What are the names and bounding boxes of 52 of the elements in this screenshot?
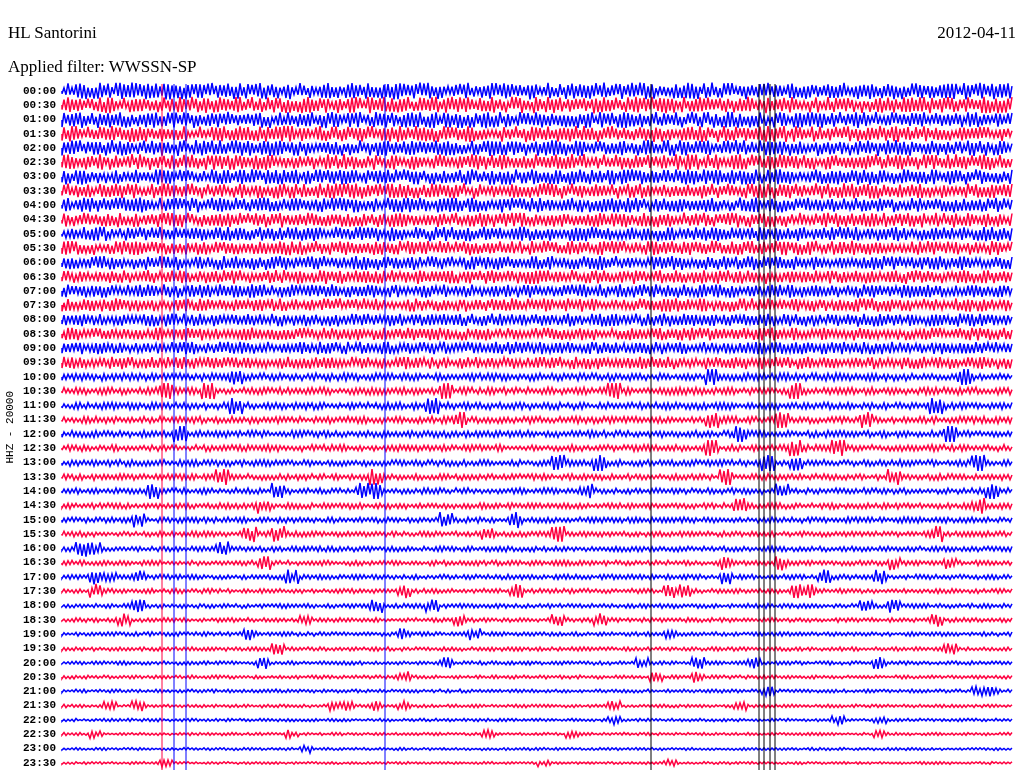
- time-label: 22:00: [22, 714, 57, 726]
- time-label: 01:00: [22, 114, 57, 126]
- time-label: 02:30: [22, 157, 57, 169]
- time-label: 08:00: [22, 314, 57, 326]
- time-label: 21:00: [22, 686, 57, 698]
- time-label: 02:00: [22, 142, 57, 154]
- time-label: 12:30: [22, 443, 57, 455]
- time-label: 04:00: [22, 200, 57, 211]
- axis-label: HHZ - 20000: [3, 390, 16, 464]
- time-label: 05:00: [22, 228, 57, 240]
- time-label: 19:30: [22, 643, 57, 655]
- time-label: 07:30: [22, 300, 57, 312]
- time-label: 01:30: [22, 128, 57, 140]
- time-label: 03:00: [22, 171, 57, 183]
- time-label: 15:00: [22, 514, 57, 526]
- time-label: 13:00: [22, 457, 57, 469]
- time-label: 11:00: [22, 400, 57, 412]
- time-label: 07:00: [22, 285, 57, 297]
- time-label: 12:00: [22, 428, 57, 440]
- time-label: 05:30: [22, 242, 57, 254]
- time-label: 08:30: [22, 328, 57, 340]
- time-label: 11:30: [22, 414, 57, 426]
- time-label: 19:00: [22, 628, 57, 640]
- time-label: 23:30: [22, 757, 57, 769]
- time-label: 18:00: [22, 600, 57, 612]
- time-label: 06:00: [22, 257, 57, 269]
- time-label: 15:30: [22, 528, 57, 540]
- time-label: 09:00: [22, 343, 57, 354]
- time-label: 00:30: [22, 99, 57, 111]
- date-label: 2012-04-11: [937, 22, 1016, 44]
- time-label: 03:30: [22, 185, 57, 197]
- time-label: 06:30: [22, 271, 57, 283]
- time-label: 20:30: [22, 671, 57, 683]
- time-label: 10:30: [22, 385, 57, 397]
- time-label: 23:00: [22, 743, 57, 755]
- time-label: 09:30: [22, 357, 57, 369]
- time-label: 21:30: [22, 700, 57, 712]
- time-label: 10:00: [22, 371, 57, 383]
- time-label: 17:30: [22, 586, 57, 598]
- time-label: 16:30: [22, 557, 57, 569]
- time-label: 04:30: [22, 214, 57, 226]
- filter-label: Applied filter: WWSSN-SP: [8, 56, 197, 76]
- time-label: 13:30: [22, 471, 57, 483]
- time-label: 20:00: [22, 657, 57, 669]
- time-label: 14:30: [22, 500, 57, 512]
- time-label: 14:00: [22, 485, 57, 497]
- time-label: 17:00: [22, 571, 57, 583]
- station-title: HL Santorini: [8, 22, 97, 44]
- time-label: 16:00: [22, 543, 57, 555]
- time-label: 18:30: [22, 614, 57, 626]
- time-label: 00:00: [22, 85, 57, 97]
- time-label: 22:30: [22, 729, 57, 740]
